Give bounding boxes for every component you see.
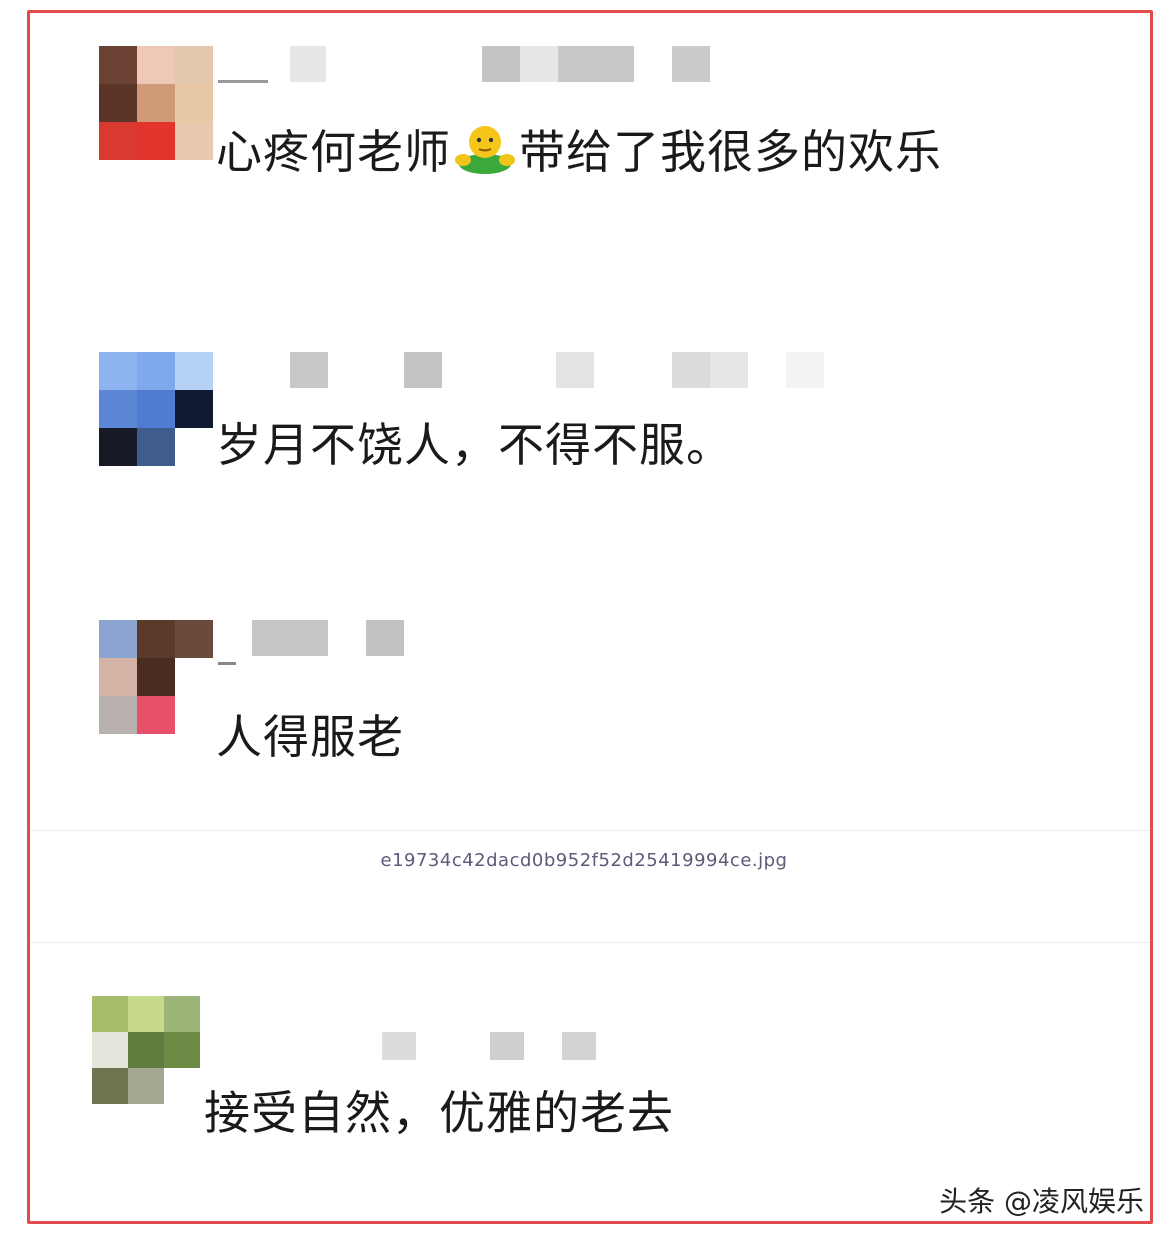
avatar[interactable] <box>99 352 213 466</box>
comment-text: 人得服老 <box>216 710 404 764</box>
comment-text: 岁月不饶人，不得不服。 <box>216 418 733 472</box>
avatar[interactable] <box>99 46 213 160</box>
shrug-person-emoji-icon <box>455 126 515 174</box>
comment-text-part: 带给了我很多的欢乐 <box>519 125 942 179</box>
avatar[interactable] <box>92 996 200 1104</box>
divider <box>30 942 1150 943</box>
comment-text-part: 心疼何老师 <box>216 125 451 179</box>
watermark: 头条 @凌风娱乐 <box>939 1185 1144 1218</box>
comment-text: 接受自然，优雅的老去 <box>204 1086 674 1140</box>
image-filename-caption: e19734c42dacd0b952f52d25419994ce.jpg <box>380 850 788 871</box>
divider <box>30 830 1150 831</box>
avatar[interactable] <box>99 620 213 734</box>
comment-text: 心疼何老师 带给了我很多的欢乐 <box>216 124 942 175</box>
